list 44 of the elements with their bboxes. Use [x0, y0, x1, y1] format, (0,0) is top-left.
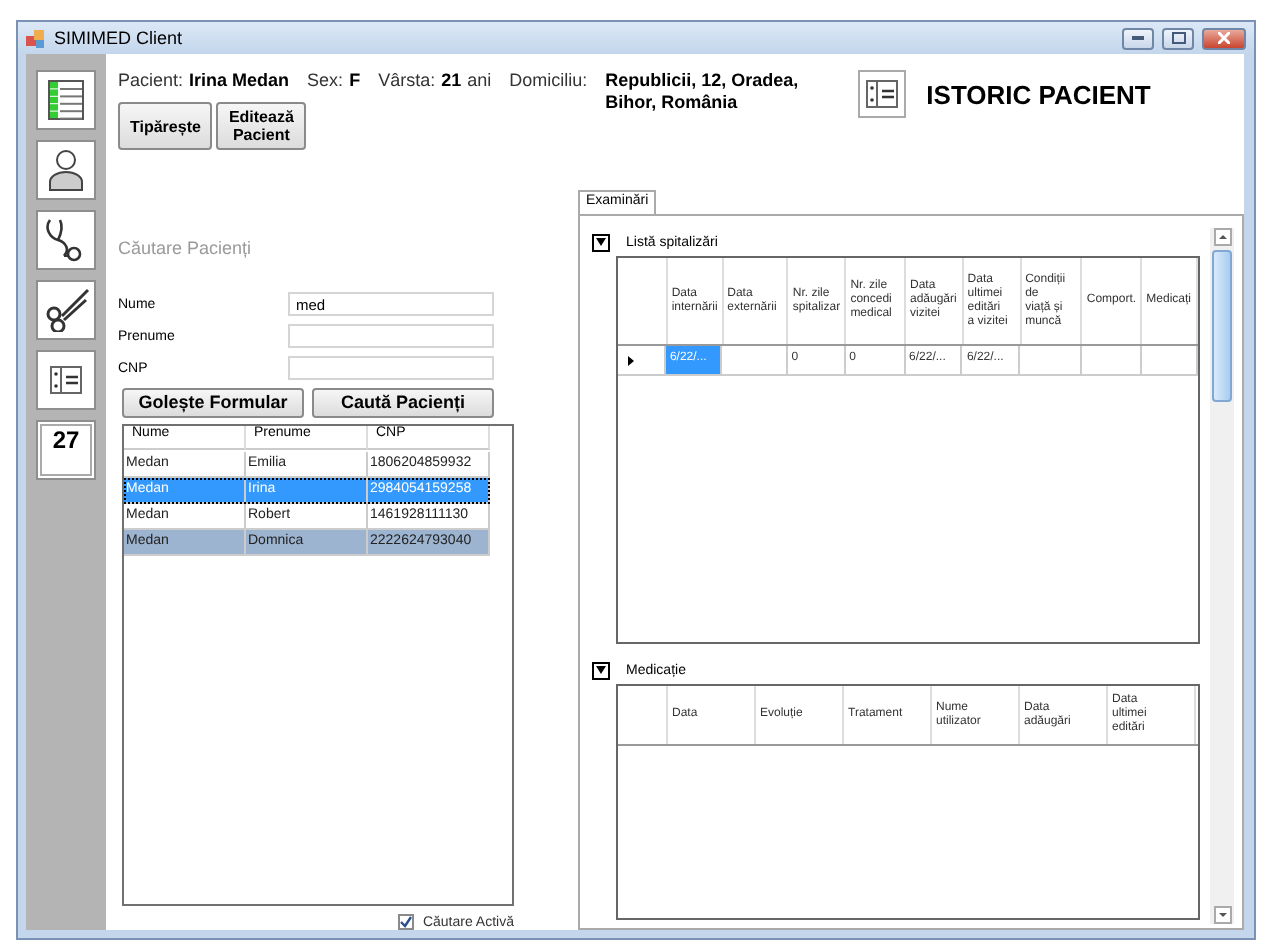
- app-icon: [26, 29, 46, 47]
- collapse-toggle[interactable]: [592, 233, 610, 251]
- field-label: Sex:: [307, 70, 344, 90]
- search-button[interactable]: Caută Pacienți: [312, 388, 494, 418]
- minimize-button[interactable]: [1122, 27, 1154, 49]
- stethoscope-nav-button[interactable]: [36, 210, 96, 270]
- form-list-icon: [866, 80, 899, 108]
- history-button[interactable]: [858, 70, 907, 118]
- print-button[interactable]: Tipărește: [118, 102, 213, 150]
- form-list-icon: [50, 366, 82, 394]
- scroll-down-icon: [1213, 906, 1231, 924]
- field-value: Irina Medan: [189, 70, 290, 90]
- edit-patient-button[interactable]: Editează Pacient: [216, 102, 306, 150]
- field-label: Domiciliu:: [509, 70, 588, 94]
- field-value: 21: [441, 70, 462, 90]
- form-nav-button[interactable]: [36, 350, 96, 410]
- list-icon: [48, 80, 84, 120]
- field-value: F: [349, 70, 361, 90]
- maximize-icon: [1171, 32, 1185, 44]
- field-label: Pacient:: [118, 70, 184, 90]
- current-row-icon: [628, 355, 634, 365]
- window-title: SIMIMED Client: [54, 28, 185, 48]
- scroll-thumb[interactable]: [1212, 250, 1232, 402]
- forceps-icon: [42, 288, 90, 332]
- scrollbar[interactable]: [1210, 228, 1234, 924]
- forceps-nav-button[interactable]: [36, 280, 96, 340]
- person-nav-button[interactable]: [36, 140, 96, 200]
- input-field[interactable]: [288, 324, 494, 348]
- minimize-icon: [1132, 36, 1144, 40]
- address-value: Republicii, 12, Oradea, Bihor, România: [605, 70, 799, 114]
- unit-label: ani: [467, 70, 492, 90]
- field-label: Vârsta:: [378, 70, 436, 90]
- collapse-toggle[interactable]: [592, 661, 610, 679]
- input-field[interactable]: [288, 356, 494, 380]
- clear-form-button[interactable]: Golește Formular: [122, 388, 304, 418]
- list-nav-button[interactable]: [36, 70, 96, 130]
- checkbox[interactable]: [398, 914, 415, 930]
- page-title: ISTORIC PACIENT: [926, 80, 1151, 110]
- maximize-button[interactable]: [1162, 27, 1194, 49]
- scroll-up-icon: [1213, 228, 1231, 246]
- close-button[interactable]: [1202, 27, 1246, 49]
- person-icon: [48, 148, 84, 192]
- close-icon: [1218, 32, 1230, 44]
- search-title: Căutare Pacienți: [118, 238, 254, 258]
